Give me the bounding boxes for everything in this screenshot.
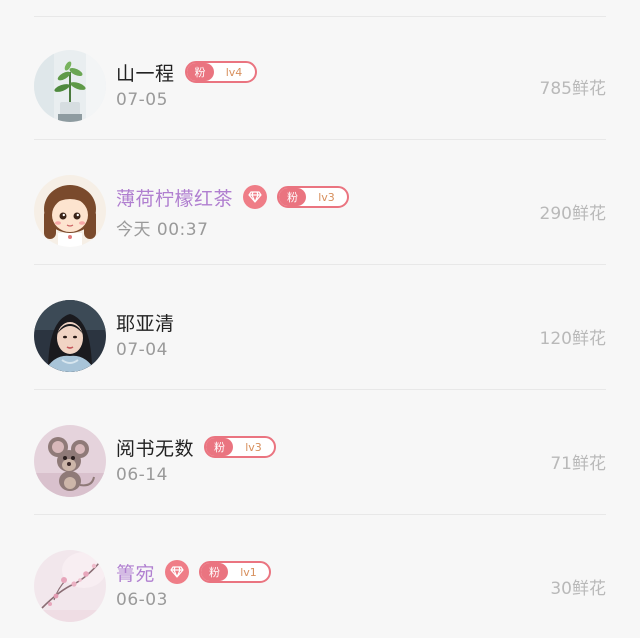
diamond-icon xyxy=(165,560,190,584)
fan-level: lv4 xyxy=(225,65,243,79)
gift-date: 07-05 xyxy=(116,90,168,110)
user-name[interactable]: 箐宛 xyxy=(116,559,155,586)
divider xyxy=(34,389,606,390)
fan-level: lv3 xyxy=(318,190,335,204)
fan-level: lv3 xyxy=(245,440,262,454)
name-line: 箐宛 粉 lv1 xyxy=(116,558,272,586)
fan-badge-label: 粉 xyxy=(201,563,229,581)
divider xyxy=(34,514,606,515)
fan-badge-label: 粉 xyxy=(206,438,234,456)
flower-count: 30鲜花 xyxy=(550,579,606,599)
list-item[interactable]: 薄荷柠檬红茶 粉 lv3 今天 00:37 290鲜花 xyxy=(0,141,640,265)
name-line: 山一程 粉 lv4 xyxy=(116,58,257,86)
flower-count: 71鲜花 xyxy=(550,454,606,474)
list-item[interactable]: 耶亚清 07-04 120鲜花 xyxy=(0,266,640,390)
diamond-icon xyxy=(243,185,268,209)
gift-date: 06-03 xyxy=(116,590,168,610)
name-line: 阅书无数 粉 lv3 xyxy=(116,433,277,461)
user-name[interactable]: 耶亚清 xyxy=(116,309,175,336)
avatar[interactable] xyxy=(34,50,106,122)
fan-badge: 粉 lv1 xyxy=(199,561,272,583)
flower-count: 120鲜花 xyxy=(539,329,606,349)
name-line: 耶亚清 xyxy=(116,308,175,336)
flower-count: 290鲜花 xyxy=(539,204,606,224)
list-item[interactable]: 阅书无数 粉 lv3 06-14 71鲜花 xyxy=(0,391,640,515)
gift-date: 今天 00:37 xyxy=(116,220,209,240)
fan-badge-label: 粉 xyxy=(186,63,214,81)
list-item[interactable]: 箐宛 粉 lv1 06-03 30鲜花 xyxy=(0,516,640,638)
divider xyxy=(34,264,606,265)
avatar[interactable] xyxy=(34,425,106,497)
divider xyxy=(34,139,606,140)
user-name[interactable]: 阅书无数 xyxy=(116,434,194,461)
avatar[interactable] xyxy=(34,175,106,247)
avatar[interactable] xyxy=(34,550,106,622)
avatar[interactable] xyxy=(34,300,106,372)
list-item[interactable]: 山一程 粉 lv4 07-05 785鲜花 xyxy=(0,16,640,140)
fan-badge: 粉 lv3 xyxy=(277,186,350,208)
gift-date: 07-04 xyxy=(116,340,168,360)
fan-badge-label: 粉 xyxy=(279,188,307,206)
fan-level: lv1 xyxy=(240,565,257,579)
name-line: 薄荷柠檬红茶 粉 lv3 xyxy=(116,183,350,211)
fan-badge: 粉 lv3 xyxy=(204,436,277,458)
flower-count: 785鲜花 xyxy=(539,79,606,99)
fan-badge: 粉 lv4 xyxy=(184,61,257,83)
flower-ranking-list: 山一程 粉 lv4 07-05 785鲜花 薄荷柠檬红茶 粉 lv3 今天 00… xyxy=(0,0,640,638)
user-name[interactable]: 薄荷柠檬红茶 xyxy=(116,184,233,211)
gift-date: 06-14 xyxy=(116,465,168,485)
user-name[interactable]: 山一程 xyxy=(116,59,175,86)
